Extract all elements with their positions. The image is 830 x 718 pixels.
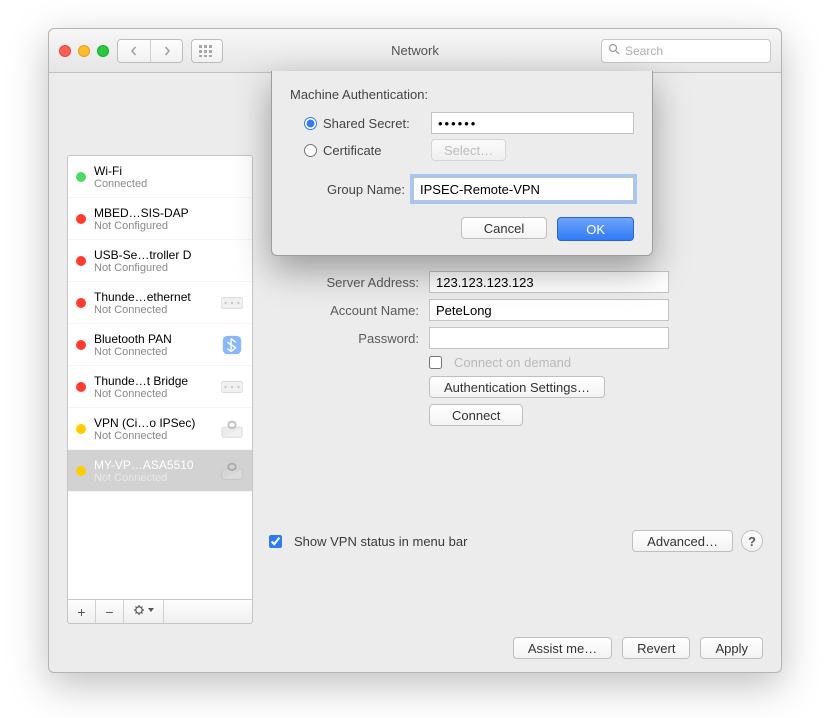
shared-secret-label: Shared Secret: [323,116,425,131]
server-address-input[interactable] [429,271,669,293]
authentication-settings-button[interactable]: Authentication Settings… [429,376,605,398]
footer-buttons: Assist me… Revert Apply [49,624,781,672]
zoom-window-button[interactable] [97,45,109,57]
ok-button[interactable]: OK [557,217,634,241]
certificate-radio[interactable] [304,144,317,157]
apply-button[interactable]: Apply [700,637,763,659]
status-dot-icon [76,382,86,392]
interface-type-icon [220,292,244,314]
machine-authentication-heading: Machine Authentication: [290,87,634,102]
gear-icon [132,604,156,616]
nav-segment [117,39,183,63]
connect-on-demand-checkbox[interactable] [429,356,442,369]
interface-status: Not Configured [94,220,212,232]
close-window-button[interactable] [59,45,71,57]
server-address-label: Server Address: [269,275,429,290]
show-all-button[interactable] [191,39,223,63]
status-dot-icon [76,214,86,224]
status-dot-icon [76,466,86,476]
interface-status: Not Connected [94,346,212,358]
interface-type-icon [220,334,244,356]
interface-type-icon [220,418,244,440]
interface-name: MBED…SIS-DAP [94,206,212,220]
password-input[interactable] [429,327,669,349]
certificate-select-button[interactable]: Select… [431,139,506,161]
chevron-right-icon [162,46,172,56]
interface-status: Not Configured [94,262,212,274]
interface-name: VPN (Ci…o IPSec) [94,416,212,430]
grid-icon [199,45,215,57]
interface-item-2[interactable]: USB-Se…troller DNot Configured [68,240,252,282]
interface-item-7[interactable]: MY-VP…ASA5510Not Connected [68,450,252,492]
connect-on-demand-label: Connect on demand [454,355,571,370]
interface-item-1[interactable]: MBED…SIS-DAPNot Configured [68,198,252,240]
revert-button[interactable]: Revert [622,637,690,659]
forward-button[interactable] [150,40,182,62]
interface-name: Bluetooth PAN [94,332,212,346]
chevron-left-icon [129,46,139,56]
window-controls [59,45,109,57]
show-vpn-status-label: Show VPN status in menu bar [294,534,467,549]
interface-item-5[interactable]: Thunde…t BridgeNot Connected [68,366,252,408]
connect-button[interactable]: Connect [429,404,523,426]
password-label: Password: [269,331,429,346]
status-dot-icon [76,424,86,434]
network-preferences-window: Network Wi-FiConnectedMBED…SIS-DAPNot Co… [48,28,782,673]
assist-me-button[interactable]: Assist me… [513,637,612,659]
interface-list-controls: + − [67,600,253,624]
interface-item-0[interactable]: Wi-FiConnected [68,156,252,198]
interface-type-icon [220,208,244,230]
shared-secret-radio[interactable] [304,117,317,130]
interface-name: Thunde…ethernet [94,290,212,304]
interface-item-4[interactable]: Bluetooth PANNot Connected [68,324,252,366]
remove-interface-button[interactable]: − [96,600,124,623]
interface-type-icon [220,460,244,482]
account-name-input[interactable] [429,299,669,321]
interface-name: USB-Se…troller D [94,248,212,262]
interface-name: Thunde…t Bridge [94,374,212,388]
interface-list[interactable]: Wi-FiConnectedMBED…SIS-DAPNot Configured… [67,155,253,600]
interface-name: MY-VP…ASA5510 [94,458,212,472]
status-dot-icon [76,172,86,182]
interface-item-3[interactable]: Thunde…ethernetNot Connected [68,282,252,324]
interface-name: Wi-Fi [94,164,212,178]
back-button[interactable] [118,40,150,62]
status-dot-icon [76,256,86,266]
interface-type-icon [220,166,244,188]
titlebar: Network [49,29,781,73]
search-icon [608,43,620,58]
interface-status: Not Connected [94,388,212,400]
interface-status: Not Connected [94,472,212,484]
help-button[interactable]: ? [741,530,763,552]
show-vpn-status-checkbox[interactable] [269,535,282,548]
status-dot-icon [76,298,86,308]
interface-type-icon [220,376,244,398]
interface-status: Connected [94,178,212,190]
interface-actions-button[interactable] [124,600,164,623]
group-name-label: Group Name: [295,182,405,197]
interface-item-6[interactable]: VPN (Ci…o IPSec)Not Connected [68,408,252,450]
shared-secret-input[interactable] [431,112,634,134]
authentication-settings-sheet: Machine Authentication: Shared Secret: C… [271,71,653,256]
certificate-label: Certificate [323,143,425,158]
search-input[interactable] [625,44,780,58]
advanced-button[interactable]: Advanced… [632,530,733,552]
cancel-button[interactable]: Cancel [461,217,547,239]
account-name-label: Account Name: [269,303,429,318]
interface-sidebar: Wi-FiConnectedMBED…SIS-DAPNot Configured… [67,155,253,624]
search-field-wrapper[interactable] [601,39,771,63]
add-interface-button[interactable]: + [68,600,96,623]
interface-status: Not Connected [94,304,212,316]
interface-type-icon [220,250,244,272]
status-dot-icon [76,340,86,350]
group-name-input[interactable] [413,177,634,201]
interface-status: Not Connected [94,430,212,442]
minimize-window-button[interactable] [78,45,90,57]
